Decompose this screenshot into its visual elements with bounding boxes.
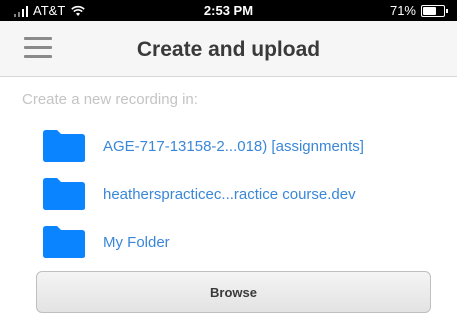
nav-bar: Create and upload [0,21,457,77]
folder-label: heatherspracticec...ractice course.dev [103,186,356,203]
folder-item-my-folder[interactable]: My Folder [0,219,457,267]
main-content: Create a new recording in: AGE-717-13158… [0,77,457,325]
status-bar: AT&T 2:53 PM 71% [0,0,457,21]
status-right: 71% [389,3,448,18]
folder-item-assignments[interactable]: AGE-717-13158-2...018) [assignments] [0,123,457,171]
battery-tip [446,8,448,13]
section-label: Create a new recording in: [22,91,198,108]
folder-icon [43,226,85,258]
folder-label: My Folder [103,234,170,251]
battery-fill [423,6,436,15]
battery-icon [421,4,448,17]
folder-item-practice-course[interactable]: heatherspracticec...ractice course.dev [0,171,457,219]
folder-icon [43,130,85,162]
browse-button[interactable]: Browse [36,271,431,313]
battery-percent: 71% [389,3,416,18]
folder-icon [43,178,85,210]
folder-label: AGE-717-13158-2...018) [assignments] [103,138,364,155]
status-time: 2:53 PM [203,3,254,18]
page-title: Create and upload [136,38,321,61]
